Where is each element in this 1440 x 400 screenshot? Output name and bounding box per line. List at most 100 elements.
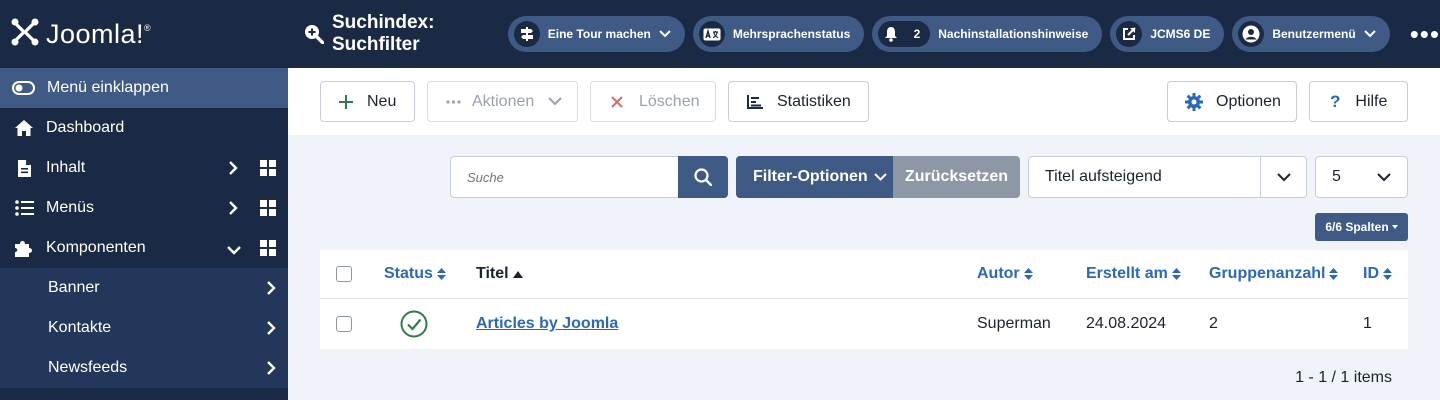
groups-column-header[interactable]: Gruppenanzahl (1209, 250, 1339, 298)
toolbar: Neu Aktionen Löschen Statistiken Optione… (288, 68, 1440, 135)
sidebar-item-label: Dashboard (46, 119, 125, 136)
chevron-right-icon (266, 320, 276, 341)
reset-button[interactable]: Zurücksetzen (893, 156, 1020, 198)
caret-down-icon (1391, 225, 1398, 229)
chevron-down-icon (1363, 30, 1376, 38)
title-column-header[interactable]: Titel (476, 250, 523, 298)
options-button[interactable]: Optionen (1167, 81, 1297, 122)
collapse-menu-button[interactable]: Menü einklappen (0, 68, 288, 108)
sidebar-subitem-label: Newsfeeds (48, 359, 128, 376)
user-menu-label: Benutzermenü (1272, 27, 1356, 41)
dashboard-grid-icon[interactable] (260, 200, 276, 221)
ordering-value: Titel aufsteigend (1045, 168, 1162, 185)
sidebar-item-label: Menüs (46, 199, 95, 216)
title-cell: Articles by Joomla (476, 299, 618, 349)
author-column-header[interactable]: Autor (977, 250, 1033, 298)
filter-options-label: Filter-Optionen (753, 168, 868, 185)
row-checkbox[interactable] (336, 316, 352, 332)
sidebar-item-label: Komponenten (46, 239, 146, 256)
gear-icon (1185, 92, 1203, 111)
user-icon (1238, 21, 1265, 47)
groups-cell: 2 (1209, 315, 1218, 332)
chevron-right-icon[interactable] (228, 200, 238, 221)
author-cell: Superman (977, 315, 1051, 332)
help-label: Hilfe (1355, 92, 1388, 110)
close-icon (611, 95, 623, 108)
multilang-status-button[interactable]: Mehrsprachenstatus (692, 16, 865, 52)
ellipsis-icon (446, 99, 461, 104)
signpost-icon (513, 21, 540, 47)
sidebar-subitem-contacts[interactable]: Kontakte (0, 308, 288, 348)
author-header-label: Autor (977, 265, 1020, 282)
filters-table: Status Titel Autor Erstellt am Gruppenan… (320, 250, 1408, 349)
chevron-down-icon (548, 97, 562, 106)
sort-icon (1329, 267, 1339, 281)
page-title-text: Suchindex: Suchfilter (332, 12, 435, 55)
chevron-down-icon[interactable] (226, 242, 242, 260)
joomla-logo[interactable]: Joomla!® (0, 0, 288, 68)
row-title-link[interactable]: Articles by Joomla (476, 315, 618, 333)
sidebar-subitem-label: Kontakte (48, 319, 112, 336)
toggle-icon (12, 81, 35, 95)
published-check-icon[interactable] (400, 310, 428, 338)
search-button[interactable] (678, 156, 728, 198)
sidebar-item-components[interactable]: Komponenten (0, 228, 288, 268)
help-button[interactable]: ? Hilfe (1309, 81, 1408, 122)
joomla-logo-icon (10, 17, 40, 52)
id-column-header[interactable]: ID (1363, 250, 1392, 298)
groups-header-label: Gruppenanzahl (1209, 265, 1326, 282)
file-icon (13, 159, 35, 178)
actions-dropdown[interactable]: Aktionen (427, 81, 578, 122)
created-column-header[interactable]: Erstellt am (1086, 250, 1181, 298)
dashboard-grid-icon[interactable] (260, 240, 276, 261)
more-menu-icon[interactable]: ••• (1410, 19, 1440, 50)
language-icon (698, 21, 725, 47)
chevron-down-icon (659, 30, 671, 38)
pagination-summary: 1 - 1 / 1 items (1295, 369, 1392, 386)
user-menu-button[interactable]: Benutzermenü (1232, 16, 1390, 52)
notification-count: 2 (913, 27, 921, 41)
puzzle-icon (13, 239, 35, 258)
actions-label: Aktionen (472, 92, 535, 110)
sidebar-item-menus[interactable]: Menüs (0, 188, 288, 228)
sidebar-item-content[interactable]: Inhalt (0, 148, 288, 188)
search-icon (694, 168, 712, 186)
created-cell: 24.08.2024 (1086, 315, 1167, 332)
sidebar-subitem-newsfeeds[interactable]: Newsfeeds (0, 348, 288, 388)
search-plus-icon (304, 24, 324, 44)
sidebar-item-dashboard[interactable]: Dashboard (0, 108, 288, 148)
chevron-right-icon[interactable] (228, 160, 238, 181)
postinstall-label: Nachinstallationshinweise (938, 27, 1089, 41)
sort-icon (436, 267, 446, 281)
select-all-cell (336, 250, 352, 298)
id-header-label: ID (1363, 265, 1379, 282)
site-link-button[interactable]: JCMS6 DE (1110, 16, 1225, 52)
tour-button[interactable]: Eine Tour machen (507, 16, 685, 52)
limit-value: 5 (1332, 168, 1341, 185)
notification-counter: 2 (878, 21, 931, 47)
sidebar-subitem-banner[interactable]: Banner (0, 268, 288, 308)
row-select-cell (336, 299, 352, 349)
limit-select[interactable]: 5 (1315, 156, 1408, 198)
table-header: Status Titel Autor Erstellt am Gruppenan… (320, 250, 1408, 299)
dashboard-grid-icon[interactable] (260, 160, 276, 181)
select-all-checkbox[interactable] (336, 266, 352, 282)
statistics-button[interactable]: Statistiken (728, 81, 869, 122)
search-input[interactable] (450, 156, 679, 198)
status-header-label: Status (384, 265, 433, 282)
created-header-label: Erstellt am (1086, 265, 1168, 282)
status-column-header[interactable]: Status (384, 250, 446, 298)
new-button[interactable]: Neu (320, 81, 415, 122)
id-cell: 1 (1363, 315, 1372, 332)
options-label: Optionen (1216, 92, 1281, 110)
sort-icon (1023, 267, 1033, 281)
external-link-icon (1116, 21, 1143, 47)
statistics-label: Statistiken (777, 92, 851, 110)
ordering-select[interactable]: Titel aufsteigend (1028, 156, 1307, 198)
logo-text: Joomla!® (46, 18, 152, 49)
filter-options-button[interactable]: Filter-Optionen (736, 156, 893, 198)
table-row: Articles by Joomla Superman 24.08.2024 2… (320, 299, 1408, 349)
delete-button[interactable]: Löschen (590, 81, 716, 122)
columns-dropdown[interactable]: 6/6 Spalten (1315, 213, 1408, 241)
postinstall-messages-button[interactable]: 2 Nachinstallationshinweise (872, 16, 1103, 52)
